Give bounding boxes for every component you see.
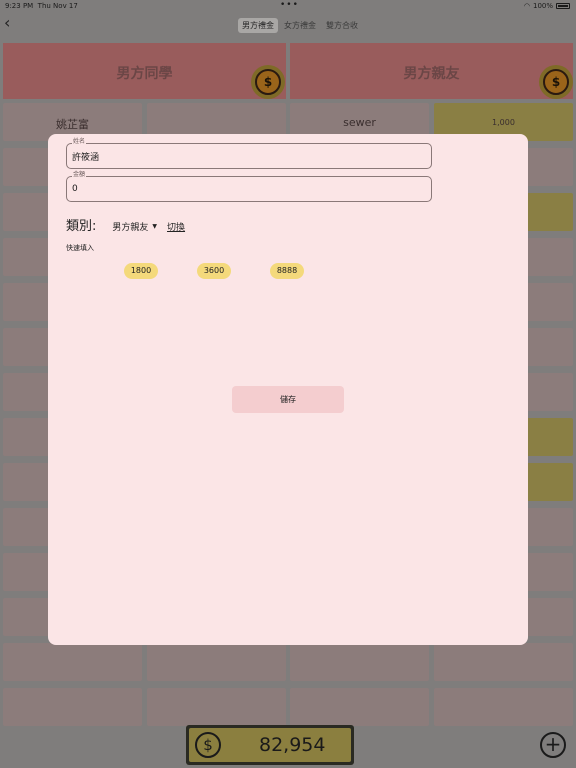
status-bar: 9:23 PM Thu Nov 17 ••• ◠ 100% <box>0 0 576 12</box>
dollar-coin-icon: $ <box>195 732 221 758</box>
status-indicators: ◠ 100% <box>524 2 570 10</box>
category-title: 男方同學 <box>116 66 173 82</box>
guest-cell[interactable] <box>290 643 429 681</box>
battery-icon <box>556 3 570 9</box>
tab-bride-gifts[interactable]: 女方禮金 <box>280 18 320 33</box>
edit-gift-dialog: 姓名 金額 類別: 男方親友 ▼ 切換 快速填入 1800 3600 8888 … <box>48 134 528 645</box>
guest-cell-text: 1,000 <box>492 118 515 127</box>
category-total-button[interactable]: $ <box>251 65 285 99</box>
status-time: 9:23 PM Thu Nov 17 <box>5 2 78 10</box>
battery-percent: 100% <box>532 2 553 10</box>
switch-category-link[interactable]: 切換 <box>167 220 185 233</box>
guest-cell[interactable] <box>434 688 573 726</box>
category-title: 男方親友 <box>403 66 460 82</box>
quick-fill-label: 快速填入 <box>66 244 94 252</box>
segment-tabs: 男方禮金 女方禮金 雙方合收 <box>238 18 362 33</box>
save-button[interactable]: 儲存 <box>232 386 344 413</box>
dollar-coin-icon: $ <box>255 69 281 95</box>
guest-cell[interactable] <box>3 688 142 726</box>
add-entry-button[interactable]: + <box>540 732 566 758</box>
guest-cell[interactable] <box>290 688 429 726</box>
quick-amount-chip[interactable]: 1800 <box>124 263 158 279</box>
amount-input[interactable] <box>72 184 412 194</box>
caret-down-icon: ▼ <box>152 223 158 230</box>
name-field-label: 姓名 <box>72 138 87 146</box>
guest-cell[interactable] <box>434 643 573 681</box>
amount-field-label: 金額 <box>72 171 87 179</box>
category-label: 類別: <box>66 219 97 234</box>
dollar-coin-icon: $ <box>543 69 569 95</box>
guest-cell[interactable] <box>147 643 286 681</box>
wifi-icon: ◠ <box>523 2 530 10</box>
quick-amount-chip[interactable]: 8888 <box>270 263 304 279</box>
guest-cell[interactable] <box>3 643 142 681</box>
guest-cell-text: 姚芷富 <box>56 118 89 131</box>
category-dropdown[interactable]: 男方親友 ▼ <box>112 220 157 233</box>
tab-groom-gifts[interactable]: 男方禮金 <box>238 18 278 33</box>
guest-cell[interactable] <box>147 688 286 726</box>
amount-field[interactable]: 金額 <box>66 171 432 202</box>
multitask-dots[interactable]: ••• <box>280 0 299 10</box>
category-header-groom-classmates[interactable]: 男方同學 <box>3 43 286 99</box>
category-header-groom-relatives[interactable]: 男方親友 <box>290 43 573 99</box>
total-amount: 82,954 <box>259 734 326 756</box>
back-arrow-icon[interactable]: ‹ <box>4 14 10 32</box>
category-selected-value: 男方親友 <box>112 223 149 233</box>
name-field[interactable]: 姓名 <box>66 138 432 169</box>
category-row: 類別: 男方親友 ▼ 切換 <box>66 215 185 234</box>
guest-cell-text: sewer <box>343 116 376 129</box>
total-panel: $ 82,954 <box>189 728 351 762</box>
tab-joint-gifts[interactable]: 雙方合收 <box>322 18 362 33</box>
quick-amount-chip[interactable]: 3600 <box>197 263 231 279</box>
name-input[interactable] <box>72 151 412 161</box>
category-total-button[interactable]: $ <box>539 65 573 99</box>
total-display: $ 82,954 <box>186 725 354 765</box>
